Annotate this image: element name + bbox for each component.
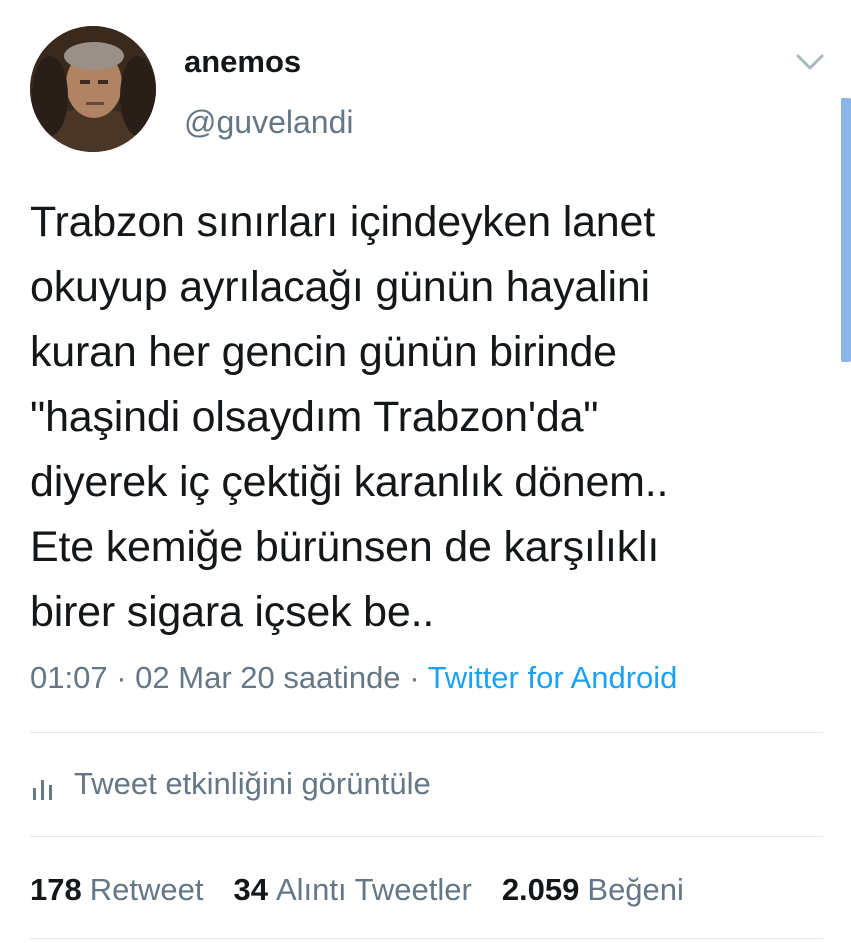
retweet-count: 178 bbox=[30, 872, 82, 907]
tweet-text: Trabzon sınırları içindeyken lanet okuyu… bbox=[30, 190, 820, 645]
scrollbar[interactable] bbox=[841, 98, 851, 362]
profile-photo bbox=[30, 26, 156, 152]
tweet-source-link[interactable]: Twitter for Android bbox=[428, 660, 678, 695]
display-name[interactable]: anemos bbox=[184, 44, 301, 80]
divider bbox=[30, 732, 823, 733]
user-handle[interactable]: @guvelandi bbox=[184, 104, 353, 141]
quote-label: Alıntı Tweetler bbox=[275, 872, 472, 907]
tweet-activity-label: Tweet etkinliğini görüntüle bbox=[74, 766, 431, 801]
avatar[interactable] bbox=[30, 26, 156, 152]
tweet-meta: 01:07 · 02 Mar 20 saatinde · Twitter for… bbox=[30, 660, 677, 696]
meta-separator: · bbox=[116, 660, 127, 695]
tweet-text-line: kuran her gencin günün birinde bbox=[30, 328, 617, 376]
retweets-stat[interactable]: 178 Retweet bbox=[30, 872, 203, 908]
chevron-down-icon[interactable] bbox=[790, 48, 830, 76]
tweet-text-line: birer sigara içsek be.. bbox=[30, 588, 435, 636]
tweet-time: 01:07 bbox=[30, 660, 108, 695]
likes-stat[interactable]: 2.059 Beğeni bbox=[502, 872, 684, 908]
divider bbox=[30, 836, 823, 837]
tweet-text-line: Trabzon sınırları içindeyken lanet bbox=[30, 198, 655, 246]
like-label: Beğeni bbox=[587, 872, 684, 907]
tweet-activity-link[interactable]: Tweet etkinliğini görüntüle bbox=[32, 766, 431, 802]
tweet-text-line: diyerek iç çektiği karanlık dönem.. bbox=[30, 458, 669, 506]
bar-chart-icon bbox=[32, 772, 54, 800]
divider bbox=[30, 938, 823, 939]
tweet-text-line: Ete kemiğe bürünsen de karşılıklı bbox=[30, 523, 660, 571]
meta-separator: · bbox=[409, 660, 420, 695]
quote-count: 34 bbox=[233, 872, 268, 907]
tweet-text-line: "haşindi olsaydım Trabzon'da" bbox=[30, 393, 599, 441]
tweet-stats: 178 Retweet 34 Alıntı Tweetler 2.059 Beğeni bbox=[30, 872, 714, 908]
tweet-date: 02 Mar 20 saatinde bbox=[135, 660, 401, 695]
like-count: 2.059 bbox=[501, 872, 580, 907]
retweet-label: Retweet bbox=[89, 872, 204, 907]
quotes-stat[interactable]: 34 Alıntı Tweetler bbox=[233, 872, 471, 908]
tweet-text-line: okuyup ayrılacağı günün hayalini bbox=[30, 263, 650, 311]
